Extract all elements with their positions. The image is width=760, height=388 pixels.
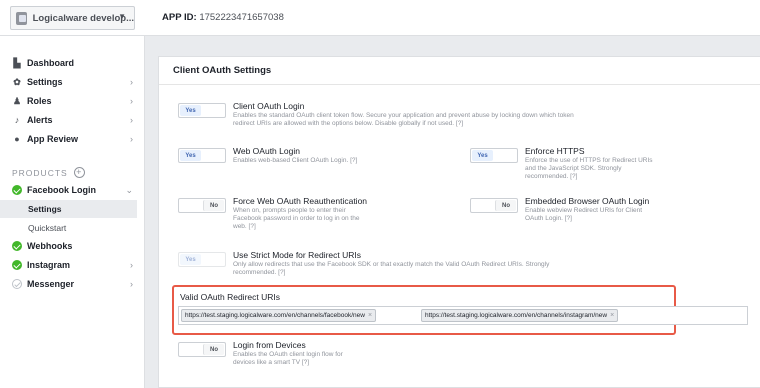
check-green-icon (12, 185, 22, 195)
app-id-value: 1752223471657038 (199, 12, 284, 23)
chevron-right-icon: › (130, 134, 133, 144)
sidebar-item-label: Instagram (27, 260, 71, 270)
sidebar-item-label: Alerts (27, 115, 53, 125)
redirect-uri-chip[interactable]: https://test.staging.logicalware.com/en/… (421, 309, 619, 322)
sidebar-item-instagram[interactable]: Instagram › (0, 256, 145, 274)
web-oauth-login-toggle[interactable]: Yes (178, 148, 226, 163)
sidebar-item-messenger[interactable]: Messenger › (0, 275, 145, 293)
products-label: PRODUCTS (12, 167, 68, 178)
sidebar-item-label: App Review (27, 134, 79, 144)
sidebar-item-roles[interactable]: ♟ Roles › (0, 92, 145, 110)
login-from-devices-toggle[interactable]: No (178, 342, 226, 357)
app-id: APP ID: 1752223471657038 (162, 12, 284, 23)
embedded-browser-toggle[interactable]: No (470, 198, 518, 213)
sidebar-item-label: Webhooks (27, 241, 73, 251)
sidebar-subitem-quickstart[interactable]: Quickstart (0, 219, 137, 237)
setting-description: Only allow redirects that use the Facebo… (233, 261, 550, 276)
setting-title: Web OAuth Login (233, 146, 300, 156)
sidebar: ▙ Dashboard ✿ Settings › ♟ Roles › ♪ Ale… (0, 36, 145, 388)
enforce-https-toggle[interactable]: Yes (470, 148, 518, 163)
setting-title: Embedded Browser OAuth Login (525, 196, 650, 206)
check-gray-icon (12, 279, 22, 289)
chevron-right-icon: › (130, 260, 133, 270)
app-icon (16, 11, 27, 25)
setting-title: Client OAuth Login (233, 101, 305, 111)
redirect-uri-text: https://test.staging.logicalware.com/en/… (425, 312, 608, 319)
check-green-icon (12, 260, 22, 270)
redirect-uris-label: Valid OAuth Redirect URIs (180, 292, 280, 302)
setting-description: Enable webview Redirect URIs for Client … (525, 207, 643, 222)
setting-title: Force Web OAuth Reauthentication (233, 196, 368, 206)
sidebar-subitem-settings[interactable]: Settings (0, 200, 137, 218)
chevron-down-icon: ▼ (118, 12, 126, 21)
remove-icon[interactable]: × (610, 312, 614, 319)
panel-title: Client OAuth Settings (159, 57, 760, 85)
remove-icon[interactable]: × (368, 312, 372, 319)
check-circle-icon: ● (14, 134, 20, 144)
sidebar-item-dashboard[interactable]: ▙ Dashboard (0, 54, 145, 72)
top-bar: Logicalware develop... ▼ APP ID: 1752223… (0, 0, 760, 36)
sidebar-item-label: Settings (27, 77, 63, 87)
redirect-uri-chip[interactable]: https://test.staging.logicalware.com/en/… (181, 309, 377, 322)
redirect-uri-text: https://test.staging.logicalware.com/en/… (185, 312, 365, 319)
sidebar-item-settings[interactable]: ✿ Settings › (0, 73, 145, 91)
chevron-right-icon: › (130, 279, 133, 289)
app-selector[interactable]: Logicalware develop... ▼ (10, 6, 135, 30)
sidebar-item-alerts[interactable]: ♪ Alerts › (0, 111, 145, 129)
sidebar-item-label: Roles (27, 96, 52, 106)
setting-description: Enforce the use of HTTPS for Redirect UR… (525, 157, 653, 180)
sidebar-item-label: Dashboard (27, 58, 75, 68)
setting-description: Enables web-based Client OAuth Login. [?… (233, 157, 358, 164)
chevron-right-icon: › (130, 77, 133, 87)
force-reauth-toggle[interactable]: No (178, 198, 226, 213)
setting-title: Enforce HTTPS (525, 146, 585, 156)
strict-mode-toggle[interactable]: Yes (178, 252, 226, 267)
products-heading: PRODUCTS + (12, 167, 85, 178)
sidebar-item-label: Facebook Login (27, 185, 97, 195)
setting-description: Enables the standard OAuth client token … (233, 112, 574, 127)
bell-icon: ♪ (14, 115, 20, 125)
sidebar-item-webhooks[interactable]: Webhooks (0, 237, 145, 255)
add-product-icon[interactable]: + (73, 167, 85, 178)
sidebar-item-facebook-login[interactable]: Facebook Login ⌄ (0, 181, 145, 199)
setting-description: When on, prompts people to enter their F… (233, 207, 360, 230)
setting-title: Use Strict Mode for Redirect URIs (233, 250, 362, 260)
client-oauth-login-toggle[interactable]: Yes (178, 103, 226, 118)
chevron-right-icon: › (130, 115, 133, 125)
check-green-icon (12, 241, 22, 251)
dashboard-icon: ▙ (13, 57, 21, 68)
gear-icon: ✿ (13, 76, 21, 87)
sidebar-item-app-review[interactable]: ● App Review › (0, 130, 145, 148)
app-id-label: APP ID: (162, 12, 197, 23)
setting-description: Enables the OAuth client login flow for … (233, 351, 343, 366)
chevron-right-icon: › (130, 96, 133, 106)
chevron-down-icon: ⌄ (125, 184, 133, 195)
setting-title: Login from Devices (233, 340, 306, 350)
roles-icon: ♟ (12, 95, 22, 106)
sidebar-item-label: Messenger (27, 279, 75, 289)
